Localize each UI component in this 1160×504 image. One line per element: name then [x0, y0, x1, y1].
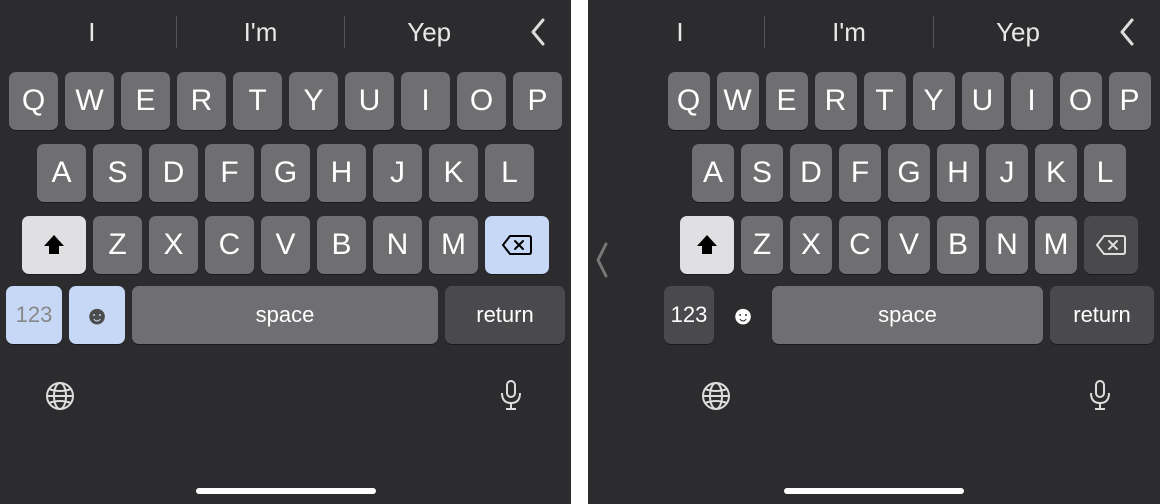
key-q[interactable]: Q — [668, 72, 710, 130]
key-l[interactable]: L — [485, 144, 534, 202]
key-m[interactable]: M — [429, 216, 478, 274]
key-t[interactable]: T — [233, 72, 282, 130]
keyboard-grid: Q W E R T Y U I O P A S D F G H J K L Z — [0, 64, 571, 344]
row-4: 123 ☻ space return — [664, 286, 1154, 344]
shift-key[interactable] — [22, 216, 86, 274]
row-1: Q W E R T Y U I O P — [6, 72, 565, 130]
suggestion-3[interactable]: Yep — [345, 17, 513, 48]
key-n[interactable]: N — [373, 216, 422, 274]
key-i[interactable]: I — [1011, 72, 1053, 130]
key-r[interactable]: R — [177, 72, 226, 130]
key-s[interactable]: S — [741, 144, 783, 202]
suggestion-1[interactable]: I — [596, 17, 764, 48]
key-u[interactable]: U — [345, 72, 394, 130]
globe-icon[interactable] — [40, 376, 80, 416]
emoji-icon: ☻ — [729, 300, 756, 331]
suggestion-3[interactable]: Yep — [934, 17, 1102, 48]
key-s[interactable]: S — [93, 144, 142, 202]
key-f[interactable]: F — [839, 144, 881, 202]
key-k[interactable]: K — [1035, 144, 1077, 202]
keyboard-right-variant: I I'm Yep Q W E R T Y U I O P A S D F G — [588, 0, 1160, 504]
key-h[interactable]: H — [937, 144, 979, 202]
keyboard-grid: Q W E R T Y U I O P A S D F G H J K L Z — [588, 64, 1160, 344]
return-key[interactable]: return — [1050, 286, 1154, 344]
mic-icon[interactable] — [1080, 376, 1120, 416]
key-v[interactable]: V — [888, 216, 930, 274]
backspace-key[interactable] — [1084, 216, 1138, 274]
panel-gap — [571, 0, 588, 504]
key-j[interactable]: J — [986, 144, 1028, 202]
key-y[interactable]: Y — [913, 72, 955, 130]
key-x[interactable]: X — [790, 216, 832, 274]
key-w[interactable]: W — [717, 72, 759, 130]
key-l[interactable]: L — [1084, 144, 1126, 202]
key-m[interactable]: M — [1035, 216, 1077, 274]
key-w[interactable]: W — [65, 72, 114, 130]
key-v[interactable]: V — [261, 216, 310, 274]
numbers-key[interactable]: 123 — [664, 286, 714, 344]
key-p[interactable]: P — [513, 72, 562, 130]
row-2: A S D F G H J K L — [6, 144, 565, 202]
suggestion-bar: I I'm Yep — [588, 0, 1160, 64]
key-j[interactable]: J — [373, 144, 422, 202]
suggestion-2[interactable]: I'm — [177, 17, 345, 48]
shift-key[interactable] — [680, 216, 734, 274]
key-b[interactable]: B — [317, 216, 366, 274]
key-f[interactable]: F — [205, 144, 254, 202]
emoji-key[interactable]: ☻ — [721, 286, 765, 344]
key-n[interactable]: N — [986, 216, 1028, 274]
row-2: A S D F G H J K L — [664, 144, 1154, 202]
key-c[interactable]: C — [205, 216, 254, 274]
key-u[interactable]: U — [962, 72, 1004, 130]
key-z[interactable]: Z — [741, 216, 783, 274]
key-e[interactable]: E — [766, 72, 808, 130]
key-t[interactable]: T — [864, 72, 906, 130]
mic-icon[interactable] — [491, 376, 531, 416]
emoji-icon: ☻ — [83, 300, 110, 331]
space-key[interactable]: space — [132, 286, 438, 344]
key-q[interactable]: Q — [9, 72, 58, 130]
key-r[interactable]: R — [815, 72, 857, 130]
key-g[interactable]: G — [261, 144, 310, 202]
key-o[interactable]: O — [1060, 72, 1102, 130]
key-c[interactable]: C — [839, 216, 881, 274]
row-3: Z X C V B N M — [6, 216, 565, 274]
key-b[interactable]: B — [937, 216, 979, 274]
keyboard-left-variant: I I'm Yep Q W E R T Y U I O P A S D F G … — [0, 0, 571, 504]
key-e[interactable]: E — [121, 72, 170, 130]
numbers-key[interactable]: 123 — [6, 286, 62, 344]
bottom-toolbar — [588, 358, 1160, 416]
key-a[interactable]: A — [37, 144, 86, 202]
row-3: Z X C V B N M — [664, 216, 1154, 274]
suggestion-bar: I I'm Yep — [0, 0, 571, 64]
collapse-keyboard-icon[interactable] — [513, 18, 563, 46]
key-g[interactable]: G — [888, 144, 930, 202]
key-o[interactable]: O — [457, 72, 506, 130]
emoji-key[interactable]: ☻ — [69, 286, 125, 344]
collapse-keyboard-icon[interactable] — [1102, 18, 1152, 46]
row-4: 123 ☻ space return — [6, 286, 565, 344]
key-h[interactable]: H — [317, 144, 366, 202]
key-a[interactable]: A — [692, 144, 734, 202]
suggestion-1[interactable]: I — [8, 17, 176, 48]
globe-icon[interactable] — [696, 376, 736, 416]
key-x[interactable]: X — [149, 216, 198, 274]
key-p[interactable]: P — [1109, 72, 1151, 130]
expand-keyboard-icon[interactable] — [594, 240, 610, 289]
row-1: Q W E R T Y U I O P — [664, 72, 1154, 130]
key-z[interactable]: Z — [93, 216, 142, 274]
home-indicator[interactable] — [784, 488, 964, 494]
suggestion-2[interactable]: I'm — [765, 17, 933, 48]
key-k[interactable]: K — [429, 144, 478, 202]
key-d[interactable]: D — [790, 144, 832, 202]
key-d[interactable]: D — [149, 144, 198, 202]
key-y[interactable]: Y — [289, 72, 338, 130]
backspace-key[interactable] — [485, 216, 549, 274]
return-key[interactable]: return — [445, 286, 565, 344]
key-i[interactable]: I — [401, 72, 450, 130]
bottom-toolbar — [0, 358, 571, 416]
home-indicator[interactable] — [196, 488, 376, 494]
space-key[interactable]: space — [772, 286, 1043, 344]
